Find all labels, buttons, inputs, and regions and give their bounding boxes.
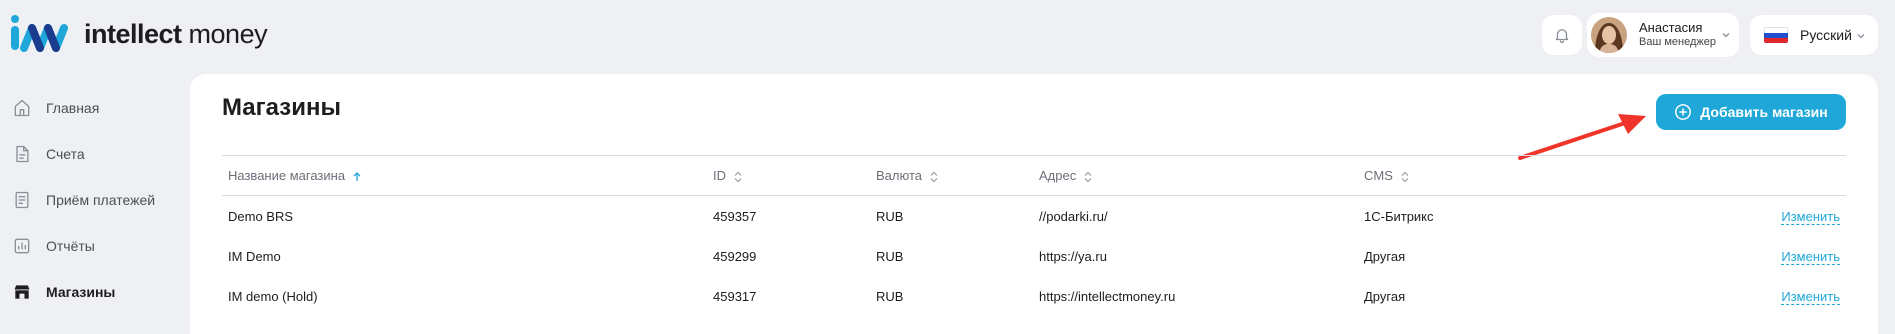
user-menu[interactable]: Анастасия Ваш менеджер xyxy=(1587,13,1739,57)
store-currency-cell: RUB xyxy=(876,288,904,304)
brand-name-bold: intellect xyxy=(84,18,182,49)
column-header-currency[interactable]: Валюта xyxy=(870,155,1033,196)
store-cms-cell: Другая xyxy=(1364,288,1406,304)
actions-cell: Изменить xyxy=(1688,196,1846,237)
column-header-label: CMS xyxy=(1364,168,1393,183)
document-icon xyxy=(16,145,29,163)
column-header-name[interactable]: Название магазина xyxy=(222,155,707,196)
brand-name-light: money xyxy=(188,18,268,49)
avatar xyxy=(1591,17,1627,53)
table-header-row: Название магазина ID Валюта Адрес CMS xyxy=(222,155,1846,196)
column-header-label: Название магазина xyxy=(228,168,346,183)
table-row: Demo BRS 459357 RUB //podarki.ru/ 1С-Бит… xyxy=(222,196,1846,237)
brand-name: intellect money xyxy=(84,18,268,50)
actions-cell: Изменить xyxy=(1688,276,1846,316)
store-currency-cell: RUB xyxy=(876,208,904,224)
column-header-label: Валюта xyxy=(876,168,922,183)
sidebar-item-label: Счета xyxy=(46,146,85,162)
sidebar-item-home[interactable]: Главная xyxy=(12,95,182,121)
sidebar-item-stores[interactable]: Магазины xyxy=(12,279,182,305)
sort-icon xyxy=(1084,171,1092,182)
user-role: Ваш менеджер xyxy=(1639,36,1716,49)
store-cms-cell: 1С-Битрикс xyxy=(1364,208,1434,224)
sidebar-item-reports[interactable]: Отчёты xyxy=(12,233,182,259)
payment-list-icon xyxy=(15,191,29,209)
column-header-actions xyxy=(1688,155,1846,196)
chevron-down-icon xyxy=(1722,33,1730,38)
edit-store-link[interactable]: Изменить xyxy=(1781,248,1840,265)
sidebar-item-label: Отчёты xyxy=(46,238,95,254)
logo-mark-icon xyxy=(11,15,68,52)
stores-panel: Магазины Добавить магазин Название магаз… xyxy=(190,74,1878,334)
store-id-cell: 459357 xyxy=(713,208,757,224)
store-name-cell: IM demo (Hold) xyxy=(228,288,318,304)
column-header-cms[interactable]: CMS xyxy=(1358,155,1688,196)
chevron-down-icon xyxy=(1857,34,1865,39)
sidebar-item-label: Главная xyxy=(46,100,100,116)
bell-icon xyxy=(1555,29,1569,44)
home-icon xyxy=(14,99,30,117)
table-row: IM Demo 459299 RUB https://ya.ru Другая … xyxy=(222,236,1846,276)
language-selector[interactable]: Русский xyxy=(1750,15,1878,55)
store-address-cell: //podarki.ru/ xyxy=(1039,208,1108,224)
column-header-id[interactable]: ID xyxy=(707,155,870,196)
sort-ascending-icon xyxy=(353,171,361,181)
brand-logo[interactable]: intellect money xyxy=(8,14,268,54)
sort-icon xyxy=(1401,171,1408,182)
user-name: Анастасия xyxy=(1639,20,1703,36)
russia-flag-icon xyxy=(1764,27,1788,43)
actions-cell: Изменить xyxy=(1688,236,1846,276)
sort-icon xyxy=(930,171,938,182)
language-label: Русский xyxy=(1800,27,1852,43)
store-currency-cell: RUB xyxy=(876,248,904,264)
store-id-cell: 459317 xyxy=(713,288,757,304)
store-address-cell: https://intellectmoney.ru xyxy=(1039,288,1176,304)
column-header-label: ID xyxy=(713,168,726,183)
column-header-address[interactable]: Адрес xyxy=(1033,155,1358,196)
sidebar-item-label: Приём платежей xyxy=(46,192,156,208)
store-name-cell: Demo BRS xyxy=(228,208,294,224)
add-store-button-label: Добавить магазин xyxy=(1700,104,1828,120)
sort-icon xyxy=(734,171,742,182)
store-icon xyxy=(14,285,30,299)
page-title: Магазины xyxy=(222,94,341,121)
sidebar-item-label: Магазины xyxy=(46,284,116,300)
arrow-annotation-icon xyxy=(1518,114,1646,160)
table-row: IM demo (Hold) 459317 RUB https://intell… xyxy=(222,276,1846,316)
sidebar-item-invoices[interactable]: Счета xyxy=(12,141,182,167)
store-cms-cell: Другая xyxy=(1364,248,1406,264)
add-store-button[interactable]: Добавить магазин xyxy=(1656,94,1846,130)
plus-circle-icon xyxy=(1675,104,1692,120)
chart-icon xyxy=(14,238,30,254)
edit-store-link[interactable]: Изменить xyxy=(1781,288,1840,305)
notifications-button[interactable] xyxy=(1542,15,1582,55)
stores-table: Название магазина ID Валюта Адрес CMS De… xyxy=(222,155,1846,316)
column-header-label: Адрес xyxy=(1039,168,1077,183)
store-name-cell: IM Demo xyxy=(228,248,281,264)
edit-store-link[interactable]: Изменить xyxy=(1781,208,1840,225)
store-address-cell: https://ya.ru xyxy=(1039,248,1107,264)
store-id-cell: 459299 xyxy=(713,248,757,264)
sidebar-item-payments[interactable]: Приём платежей xyxy=(12,187,182,213)
